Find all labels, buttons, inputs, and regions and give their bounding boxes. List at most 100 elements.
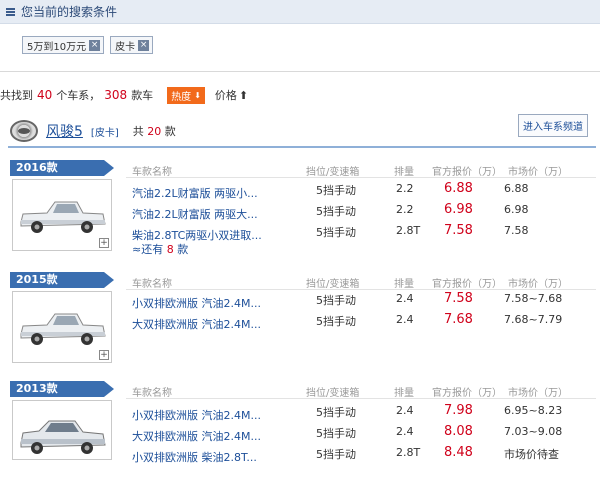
market-price: 市场价待查 [504, 448, 559, 461]
summary-suffix: 款车 [131, 89, 154, 102]
displacement: 2.2 [396, 182, 414, 195]
more-suffix: 款 [177, 243, 189, 256]
displacement: 2.8T [396, 224, 421, 237]
col-trans: 挡位/变速箱 [306, 279, 360, 290]
table-row: · 汽油2.2L财富版 两驱小... 5挡手动 2.2 6.88 6.88 [126, 179, 596, 200]
brand-model-count: 共 20 款 [133, 123, 176, 139]
displacement: 2.2 [396, 203, 414, 216]
table-row: · 汽油2.2L财富版 两驱大... 5挡手动 2.2 6.98 6.98 [126, 200, 596, 221]
model-name: 大双排欧洲版 汽油2.4M... [132, 318, 261, 331]
col-name: 车款名称 [132, 167, 172, 178]
filter-tag-label: 5万到10万元 [27, 41, 87, 53]
filter-tag-label: 皮卡 [115, 41, 136, 53]
market-price: 7.68~7.79 [504, 313, 563, 326]
brand-divider [8, 146, 596, 148]
col-price: 官方报价（万） [432, 167, 502, 178]
table-row: · 小双排欧洲版 汽油2.4M... 5挡手动 2.4 7.58 7.58~7.6… [126, 289, 596, 310]
series-count: 40 [37, 88, 53, 102]
result-summary: 共找到 40 个车系， 308 款车 热度 ⬇ 价格 ⬆ [0, 86, 248, 104]
market-price: 6.88 [504, 182, 529, 195]
transmission: 5挡手动 [316, 448, 356, 461]
enter-series-channel-button[interactable]: 进入车系频道 [518, 114, 588, 137]
brand-type: [皮卡] [90, 127, 119, 139]
filter-tag-body[interactable]: 皮卡 × [110, 36, 154, 54]
sort-by-price-button[interactable]: 价格 ⬆ [215, 87, 248, 103]
model-name: 汽油2.2L财富版 两驱大... [132, 208, 258, 221]
market-price: 7.03~9.08 [504, 425, 563, 438]
remove-filter-icon[interactable]: × [89, 39, 101, 51]
displacement: 2.4 [396, 425, 414, 438]
col-name: 车款名称 [132, 388, 172, 399]
pickup-truck-icon [20, 201, 106, 233]
summary-prefix: 共找到 [0, 89, 33, 102]
official-price: 7.58 [444, 223, 473, 238]
transmission: 5挡手动 [316, 294, 356, 307]
table-row: · 小双排欧洲版 汽油2.4M... 5挡手动 2.4 7.98 6.95~8.2… [126, 401, 596, 422]
brand-count-value: 20 [147, 125, 162, 138]
col-trans: 挡位/变速箱 [306, 388, 360, 399]
official-price: 6.98 [444, 202, 473, 217]
brand-count-suffix: 款 [164, 125, 176, 138]
transmission: 5挡手动 [316, 315, 356, 328]
market-price: 7.58~7.68 [504, 292, 563, 305]
official-price: 8.48 [444, 445, 473, 460]
market-price: 7.58 [504, 224, 529, 237]
transmission: 5挡手动 [316, 184, 356, 197]
col-market: 市场价（万） [508, 279, 568, 290]
brand-name-link[interactable]: 风骏5 [46, 121, 83, 141]
brand-header: 风骏5 [皮卡] 共 20 款 进入车系频道 [10, 114, 596, 142]
brand-logo[interactable] [10, 120, 38, 142]
divider [0, 71, 600, 72]
pickup-truck-icon [20, 420, 106, 454]
expand-icon[interactable]: + [99, 350, 109, 360]
column-headers: 车款名称 挡位/变速箱 排量 官方报价（万） 市场价（万） [132, 273, 596, 290]
arrow-up-icon: ⬆ [238, 88, 249, 102]
remove-filter-icon[interactable]: × [138, 39, 150, 51]
model-name: 小双排欧洲版 汽油2.4M... [132, 297, 261, 310]
col-disp: 排量 [394, 167, 414, 178]
filter-tag-price[interactable]: 5万到10万元 × [22, 36, 105, 54]
model-name: 小双排欧洲版 柴油2.8T... [132, 451, 257, 464]
column-headers: 车款名称 挡位/变速箱 排量 官方报价（万） 市场价（万） [132, 382, 596, 399]
car-image[interactable] [12, 400, 112, 460]
search-conditions-title: 您当前的搜索条件 [21, 5, 118, 19]
sort-price-label: 价格 [214, 89, 237, 102]
header-divider [126, 398, 596, 399]
expand-icon[interactable]: + [99, 238, 109, 248]
more-count: 8 [166, 243, 174, 256]
summary-mid: 个车系， [56, 89, 101, 102]
col-market: 市场价（万） [508, 167, 568, 178]
brand-count-prefix: 共 [132, 125, 144, 138]
more-prefix: ≈还有 [132, 243, 164, 256]
table-row: · 大双排欧洲版 汽油2.4M... 5挡手动 2.4 8.08 7.03~9.0… [126, 422, 596, 443]
col-disp: 排量 [394, 388, 414, 399]
car-image[interactable]: + [12, 179, 112, 251]
year-label: 2015款 [10, 272, 114, 288]
col-price: 官方报价（万） [432, 388, 502, 399]
col-disp: 排量 [394, 279, 414, 290]
official-price: 7.68 [444, 312, 473, 327]
filter-tags: 5万到10万元 × 皮卡 × [22, 36, 154, 54]
official-price: 7.98 [444, 403, 473, 418]
year-label: 2016款 [10, 160, 114, 176]
model-count: 308 [104, 88, 128, 102]
more-models-link[interactable]: ≈还有 8 款 [132, 241, 188, 257]
table-row: · 柴油2.8TC两驱小双进取... 5挡手动 2.8T 7.58 7.58 [126, 221, 596, 242]
model-name: 小双排欧洲版 汽油2.4M... [132, 409, 261, 422]
car-image[interactable]: + [12, 291, 112, 363]
transmission: 5挡手动 [316, 226, 356, 239]
pickup-truck-icon [20, 313, 106, 345]
arrow-down-icon: ⬇ [194, 90, 201, 100]
col-price: 官方报价（万） [432, 279, 502, 290]
official-price: 7.58 [444, 291, 473, 306]
col-name: 车款名称 [132, 279, 172, 290]
official-price: 8.08 [444, 424, 473, 439]
col-trans: 挡位/变速箱 [306, 167, 360, 178]
displacement: 2.4 [396, 292, 414, 305]
official-price: 6.88 [444, 181, 473, 196]
year-label: 2013款 [10, 381, 114, 397]
sort-by-popularity-button[interactable]: 热度 ⬇ [167, 86, 205, 104]
transmission: 5挡手动 [316, 406, 356, 419]
header-divider [126, 177, 596, 178]
displacement: 2.8T [396, 446, 421, 459]
